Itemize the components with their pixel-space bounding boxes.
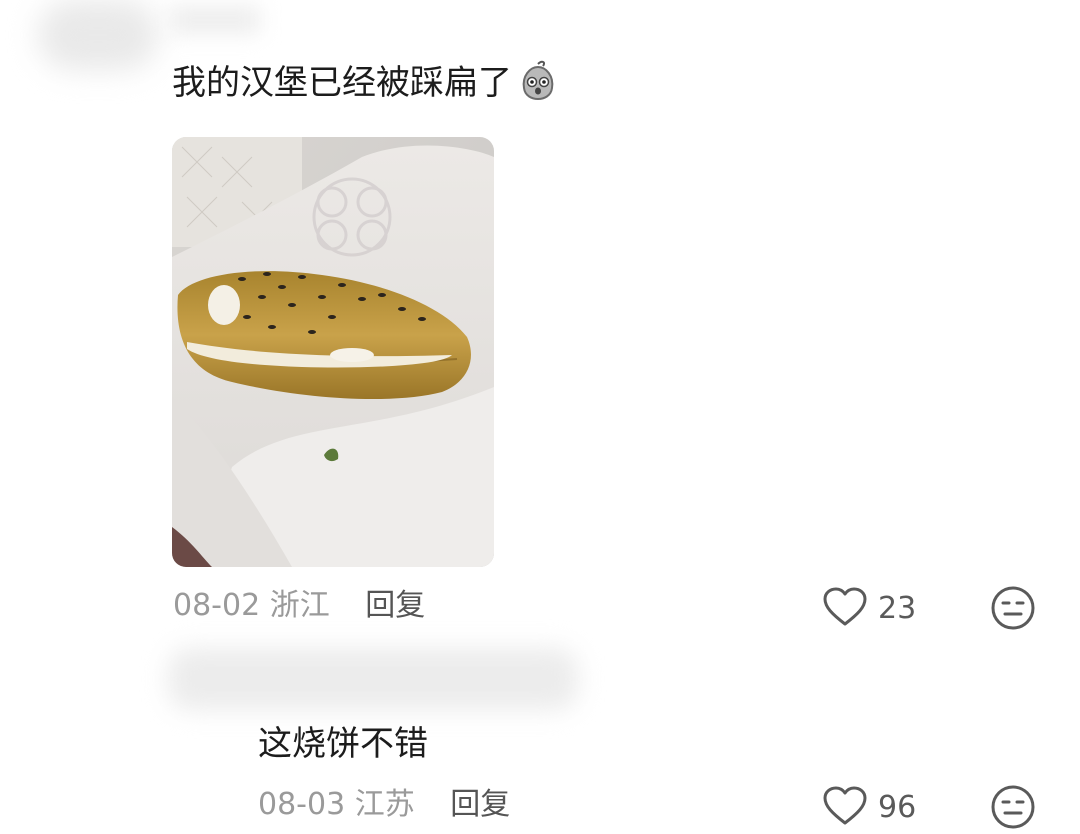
like-button[interactable]: 96 [822, 785, 916, 831]
heart-icon [822, 785, 868, 831]
commenter-avatar-blurred[interactable] [38, 0, 158, 70]
like-button[interactable]: 23 [822, 586, 916, 632]
comment-text: 我的汉堡已经被踩扁了 [172, 58, 560, 113]
flattened-burger-photo[interactable] [172, 137, 494, 567]
comment-meta: 08-02 浙江 回复 [173, 587, 425, 625]
reply-button[interactable]: 回复 [365, 588, 425, 623]
like-count: 96 [878, 790, 917, 825]
neutral-face-icon [990, 586, 1036, 635]
comment-date: 08-02 [173, 588, 261, 623]
comment-body: 我的汉堡已经被踩扁了 [172, 63, 512, 103]
comment-location: 江苏 [354, 787, 415, 822]
comment-date: 08-03 [258, 787, 346, 822]
dislike-button[interactable] [990, 585, 1036, 635]
neutral-face-icon [990, 785, 1036, 834]
heart-icon [822, 586, 868, 632]
reply-button[interactable]: 回复 [450, 787, 510, 822]
like-count: 23 [878, 591, 917, 626]
commenter-name-blurred[interactable] [170, 6, 260, 34]
comment-meta: 08-03 江苏 回复 [258, 786, 510, 824]
comment-body: 这烧饼不错 [258, 724, 428, 764]
comment-text: 这烧饼不错 [258, 722, 428, 766]
comment-location: 浙江 [269, 588, 330, 623]
shocked-sack-emoji-icon [516, 58, 560, 113]
dislike-button[interactable] [990, 784, 1036, 834]
reply-author-blurred[interactable] [168, 648, 578, 710]
